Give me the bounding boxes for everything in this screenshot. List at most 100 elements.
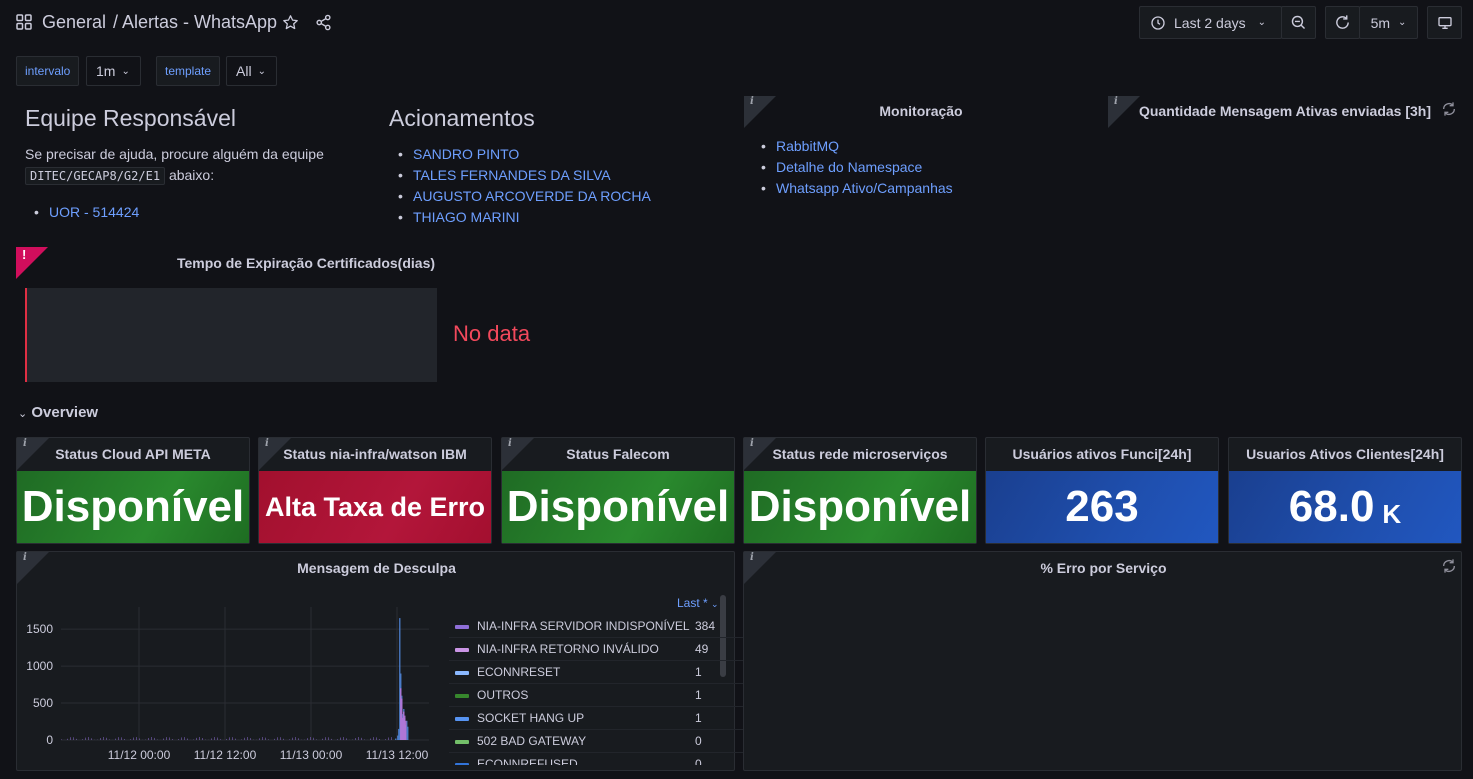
chart-bar: [241, 739, 242, 740]
chart-bar: [298, 738, 299, 740]
stat-title: Status Cloud API META: [55, 446, 211, 462]
legend-header-label: Last *: [677, 596, 708, 610]
link-namespace[interactable]: Detalhe do Namespace: [776, 159, 922, 175]
legend-row[interactable]: NIA-INFRA SERVIDOR INDISPONÍVEL 384: [449, 615, 743, 638]
y-tick-label: 1500: [26, 622, 53, 636]
acionamentos-title: Acionamentos: [389, 105, 535, 131]
chart-bar: [307, 738, 308, 740]
refresh-button[interactable]: [1325, 6, 1360, 39]
stat-value-box: Disponível: [744, 471, 976, 543]
legend-name: 502 BAD GATEWAY: [477, 734, 587, 748]
chart-bar: [232, 737, 233, 740]
var-label-template: template: [156, 56, 221, 86]
chart-bar: [229, 737, 230, 740]
link-contact[interactable]: AUGUSTO ARCOVERDE DA ROCHA: [413, 188, 651, 204]
link-contact[interactable]: THIAGO MARINI: [413, 209, 520, 225]
legend-row[interactable]: OUTROS 1: [449, 684, 743, 707]
stat-value: Disponível: [748, 482, 972, 531]
var-select-intervalo[interactable]: 1m ⌄: [86, 56, 141, 86]
x-tick-label: 11/13 00:00: [280, 748, 343, 762]
link-contact[interactable]: TALES FERNANDES DA SILVA: [413, 167, 611, 183]
chart-bar: [61, 739, 62, 740]
x-tick-label: 11/12 12:00: [194, 748, 257, 762]
var-select-template[interactable]: All ⌄: [226, 56, 277, 86]
legend-row[interactable]: ECONNREFUSED 0: [449, 753, 743, 765]
stat-panel[interactable]: i Status rede microserviços Disponível: [743, 437, 977, 544]
monitoracao-links: RabbitMQ Detalhe do Namespace Whatsapp A…: [761, 136, 953, 199]
equipe-title: Equipe Responsável: [25, 105, 236, 131]
time-range-picker[interactable]: Last 2 days ⌄: [1139, 6, 1282, 39]
link-rabbitmq[interactable]: RabbitMQ: [776, 138, 839, 154]
chart-bar: [331, 738, 332, 740]
chart-bar: [220, 739, 221, 740]
link-uor[interactable]: UOR - 514424: [49, 204, 139, 220]
chart-bar: [184, 737, 185, 740]
tv-mode-button[interactable]: [1427, 6, 1462, 39]
star-icon[interactable]: [282, 14, 299, 31]
stat-panel[interactable]: i Status nia-infra/watson IBM Alta Taxa …: [258, 437, 492, 544]
loading-icon: [1443, 102, 1455, 116]
chart-bar: [376, 737, 377, 740]
chart-bar: [340, 737, 341, 740]
legend-row[interactable]: NIA-INFRA RETORNO INVÁLIDO 49: [449, 638, 743, 661]
stat-value-box: Disponível: [502, 471, 734, 543]
chart-bar: [310, 737, 311, 740]
certificados-bar-area: [25, 288, 437, 382]
stat-panel[interactable]: i Status Cloud API META Disponível: [16, 437, 250, 544]
loading-icon: [1443, 559, 1455, 573]
chart-bar: [283, 738, 284, 740]
chart-bar: [130, 739, 131, 740]
legend-sort-header[interactable]: Last * ⌄: [677, 596, 719, 610]
chart-bar: [395, 738, 397, 740]
share-icon[interactable]: [315, 14, 332, 31]
chart-bar: [106, 737, 107, 740]
desculpa-panel: i Mensagem de Desculpa 0 500 1000 1500 11/12…: [16, 551, 743, 772]
breadcrumb-page[interactable]: / Alertas - WhatsApp: [113, 12, 277, 33]
link-contact[interactable]: SANDRO PINTO: [413, 146, 519, 162]
legend-value: 1: [695, 688, 702, 702]
chart-bar: [154, 737, 155, 740]
chart-bar: [364, 739, 365, 740]
chart-bar: [358, 737, 359, 740]
chart-bar: [373, 737, 374, 740]
stat-panel[interactable]: Usuários ativos Funci[24h] 263: [985, 437, 1219, 544]
legend-value: 0: [695, 757, 702, 765]
legend-swatch: [455, 717, 469, 721]
chart-bar: [136, 737, 137, 740]
refresh-interval-picker[interactable]: 5m ⌄: [1359, 6, 1418, 39]
chart-bar: [67, 738, 68, 740]
chart-bar: [259, 738, 260, 740]
chart-bar: [148, 737, 149, 740]
stat-value-box: 263: [986, 471, 1218, 543]
chart-bar: [316, 739, 317, 740]
chart-bar: [88, 737, 89, 740]
chart-bar: [76, 738, 77, 740]
stat-panel[interactable]: i Status Falecom Disponível: [501, 437, 735, 544]
legend-row[interactable]: ECONNRESET 1: [449, 661, 743, 684]
overview-row-toggle[interactable]: ⌄ Overview: [18, 404, 98, 421]
breadcrumb-root[interactable]: General: [42, 12, 106, 33]
legend-value: 0: [695, 734, 702, 748]
dashboards-grid-icon[interactable]: [16, 14, 32, 30]
chart-bar: [325, 737, 326, 740]
legend-row[interactable]: 502 BAD GATEWAY 0: [449, 730, 743, 753]
legend-swatch: [455, 763, 469, 765]
top-bar: General / Alertas - WhatsApp Last 2 days…: [0, 0, 1473, 46]
link-whatsapp-ativo[interactable]: Whatsapp Ativo/Campanhas: [776, 180, 953, 196]
chart-bar: [244, 737, 245, 740]
chart-bar: [151, 737, 152, 740]
erro-servico-title: % Erro por Serviço: [1040, 560, 1167, 576]
chart-bar: [226, 738, 227, 740]
chevron-down-icon: ⌄: [711, 599, 719, 609]
chart-bar: [250, 738, 251, 740]
desculpa-chart[interactable]: 0 500 1000 1500 11/12 00:00 11/12 12:00 11/13 …: [17, 552, 447, 772]
no-data-label: No data: [453, 321, 531, 346]
chevron-down-icon: ⌄: [1257, 17, 1266, 28]
stat-panel[interactable]: Usuarios Ativos Clientes[24h] 68.0 K: [1228, 437, 1462, 544]
legend-name: ECONNREFUSED: [477, 757, 578, 765]
legend-row[interactable]: SOCKET HANG UP 1: [449, 707, 743, 730]
chart-bar: [199, 737, 200, 740]
chevron-down-icon: ⌄: [257, 65, 266, 77]
zoom-out-button[interactable]: [1281, 6, 1316, 39]
legend-name: NIA-INFRA RETORNO INVÁLIDO: [477, 642, 659, 656]
